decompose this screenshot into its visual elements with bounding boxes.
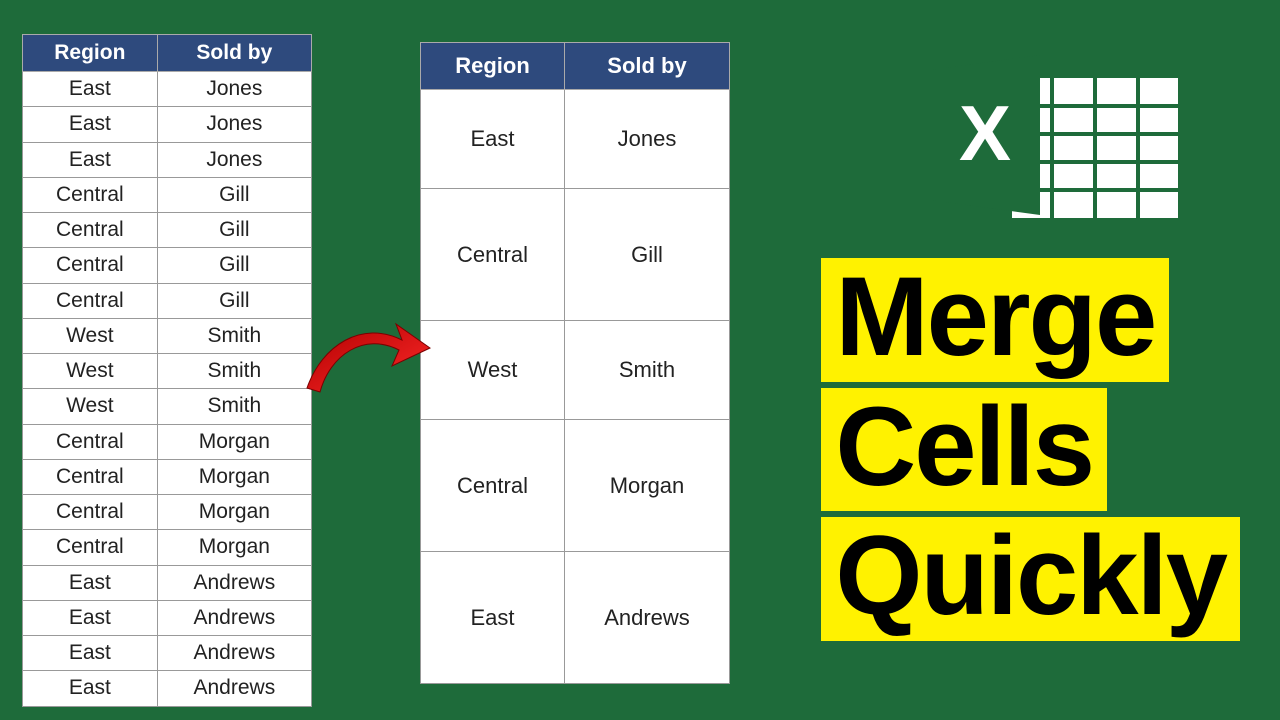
merged-table: Region Sold by EastJonesCentralGillWestS… [420, 42, 730, 684]
excel-icon: X [930, 40, 1190, 230]
cell-region: East [421, 552, 565, 684]
header-region: Region [23, 35, 158, 72]
cell-soldby: Morgan [157, 459, 311, 494]
table-row: EastAndrews [23, 636, 312, 671]
unmerged-table-panel: Region Sold by EastJonesEastJonesEastJon… [22, 34, 312, 707]
cell-region: East [23, 671, 158, 706]
cell-soldby: Jones [564, 90, 729, 189]
cell-soldby: Andrews [157, 671, 311, 706]
cell-region: Central [23, 459, 158, 494]
cell-soldby: Morgan [157, 495, 311, 530]
table-row: CentralGill [23, 213, 312, 248]
table-row: CentralGill [23, 283, 312, 318]
cell-soldby: Smith [157, 354, 311, 389]
table-row: CentralMorgan [23, 459, 312, 494]
cell-soldby: Andrews [157, 565, 311, 600]
cell-region: Central [421, 420, 565, 552]
cell-region: West [421, 321, 565, 420]
cell-soldby: Gill [157, 213, 311, 248]
unmerged-table: Region Sold by EastJonesEastJonesEastJon… [22, 34, 312, 707]
table-row: CentralMorgan [23, 424, 312, 459]
title-block: Merge Cells Quickly [821, 258, 1240, 641]
title-line-2: Cells [821, 388, 1107, 512]
cell-region: West [23, 389, 158, 424]
table-row: EastAndrews [23, 600, 312, 635]
cell-soldby: Jones [157, 107, 311, 142]
cell-soldby: Morgan [157, 424, 311, 459]
cell-region: Central [23, 495, 158, 530]
cell-region: West [23, 318, 158, 353]
cell-soldby: Smith [564, 321, 729, 420]
table-row: EastAndrews [23, 565, 312, 600]
svg-text:X: X [959, 89, 1011, 177]
table-row: WestSmith [23, 389, 312, 424]
cell-region: East [23, 72, 158, 107]
table-row: EastJones [421, 90, 730, 189]
cell-region: Central [23, 177, 158, 212]
table-row: CentralMorgan [23, 530, 312, 565]
table-row: CentralGill [23, 248, 312, 283]
title-line-3: Quickly [821, 517, 1240, 641]
cell-soldby: Smith [157, 389, 311, 424]
table-row: CentralMorgan [23, 495, 312, 530]
cell-soldby: Morgan [564, 420, 729, 552]
cell-soldby: Morgan [157, 530, 311, 565]
cell-soldby: Andrews [564, 552, 729, 684]
cell-region: West [23, 354, 158, 389]
cell-region: Central [23, 248, 158, 283]
cell-soldby: Andrews [157, 600, 311, 635]
table-row: EastJones [23, 142, 312, 177]
table-row: CentralGill [421, 189, 730, 321]
title-line-1: Merge [821, 258, 1169, 382]
cell-region: Central [23, 530, 158, 565]
table-row: WestSmith [23, 318, 312, 353]
table-row: EastJones [23, 107, 312, 142]
cell-region: Central [23, 424, 158, 459]
cell-region: Central [421, 189, 565, 321]
cell-region: East [23, 142, 158, 177]
merged-table-panel: Region Sold by EastJonesCentralGillWestS… [420, 42, 730, 684]
cell-region: Central [23, 283, 158, 318]
cell-region: East [23, 107, 158, 142]
cell-soldby: Jones [157, 142, 311, 177]
cell-region: East [421, 90, 565, 189]
cell-soldby: Gill [157, 283, 311, 318]
table-row: CentralGill [23, 177, 312, 212]
table-row: EastAndrews [23, 671, 312, 706]
cell-region: East [23, 636, 158, 671]
cell-soldby: Gill [157, 248, 311, 283]
cell-region: Central [23, 213, 158, 248]
cell-soldby: Gill [157, 177, 311, 212]
cell-soldby: Jones [157, 72, 311, 107]
table-row: CentralMorgan [421, 420, 730, 552]
table-row: EastJones [23, 72, 312, 107]
header-region: Region [421, 43, 565, 90]
table-row: WestSmith [23, 354, 312, 389]
table-row: EastAndrews [421, 552, 730, 684]
cell-soldby: Gill [564, 189, 729, 321]
cell-soldby: Smith [157, 318, 311, 353]
table-row: WestSmith [421, 321, 730, 420]
cell-region: East [23, 600, 158, 635]
cell-soldby: Andrews [157, 636, 311, 671]
arrow-icon [302, 310, 432, 400]
header-soldby: Sold by [157, 35, 311, 72]
cell-region: East [23, 565, 158, 600]
header-soldby: Sold by [564, 43, 729, 90]
